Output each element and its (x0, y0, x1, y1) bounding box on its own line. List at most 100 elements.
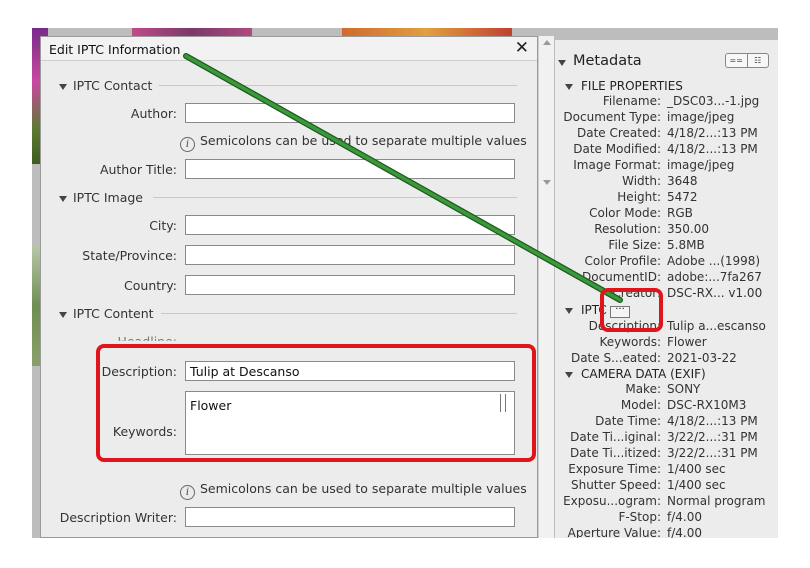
thumbnail-photo (132, 28, 252, 36)
metadata-row: F-Stop: f/4.00 (555, 510, 778, 526)
disclosure-triangle-icon (59, 195, 67, 202)
dialog-titlebar[interactable]: Edit IPTC Information ✕ (41, 37, 537, 61)
section-label: FILE PROPERTIES (581, 79, 683, 93)
metadata-row: Filename: _DSC03...-1.jpg (555, 94, 778, 110)
metadata-row: Color Mode: RGB (555, 206, 778, 222)
disclosure-triangle-icon[interactable] (558, 60, 566, 66)
city-field[interactable] (185, 215, 515, 235)
metadata-key: Color Profile: (584, 254, 662, 268)
metadata-row: Resolution: 350.00 (555, 222, 778, 238)
section-iptc-content[interactable]: IPTC Content (59, 306, 154, 321)
metadata-row: Aperture Value: f/4.00 (555, 526, 778, 538)
author-label: Author: (130, 106, 177, 121)
metadata-row: Exposure Time: 1/400 sec (555, 462, 778, 478)
country-field[interactable] (185, 275, 515, 295)
metadata-panel: Metadata == ☷ FILE PROPERTIES Filename: _… (555, 40, 778, 538)
metadata-row: Image Format: image/jpeg (555, 158, 778, 174)
text-cursor-icon (500, 394, 506, 412)
metadata-value: 5.8MB (667, 238, 705, 252)
list-view-icon[interactable]: == (726, 54, 747, 67)
scroll-down-icon[interactable] (543, 180, 551, 185)
metadata-value: adobe:...7fa267 (667, 270, 762, 284)
author-field[interactable] (185, 103, 515, 123)
metadata-key: Shutter Speed: (570, 478, 661, 492)
metadata-row: File Size: 5.8MB (555, 238, 778, 254)
section-iptc-contact[interactable]: IPTC Contact (59, 78, 152, 93)
metadata-value: 1/400 sec (667, 462, 726, 476)
disclosure-triangle-icon (565, 307, 573, 314)
metadata-value: 1/400 sec (667, 478, 726, 492)
metadata-row: Date Ti...iginal: 3/22/2...:31 PM (555, 430, 778, 446)
metadata-row: Date Ti...itized: 3/22/2...:31 PM (555, 446, 778, 462)
metadata-value: 2021-03-22 (667, 351, 737, 365)
hint-text: i Semicolons can be used to separate mult… (180, 481, 527, 500)
description-writer-field[interactable] (185, 507, 515, 527)
metadata-key: Exposure Time: (568, 462, 661, 476)
description-field[interactable] (185, 361, 515, 381)
disclosure-triangle-icon (59, 83, 67, 90)
divider (161, 313, 517, 314)
metadata-key: Date Created: (576, 126, 661, 140)
metadata-value: 4/18/2...:13 PM (667, 126, 758, 140)
metadata-value: Normal program (667, 494, 766, 508)
metadata-key: Date Ti...itized: (570, 446, 661, 460)
metadata-key: Resolution: (594, 222, 661, 236)
metadata-value: SONY (667, 382, 701, 396)
metadata-row: Creator: DSC-RX... v1.00 (555, 286, 778, 302)
city-label: City: (149, 218, 177, 233)
info-icon: i (180, 485, 195, 500)
divider (153, 197, 517, 198)
section-label: IPTC Image (73, 190, 143, 205)
section-iptc[interactable]: IPTC (565, 303, 607, 317)
metadata-key: Width: (622, 174, 661, 188)
metadata-key: Color Mode: (589, 206, 661, 220)
panel-title: Metadata (573, 53, 642, 69)
metadata-value: 4/18/2...:13 PM (667, 414, 758, 428)
section-iptc-image[interactable]: IPTC Image (59, 190, 143, 205)
metadata-key: Description: (588, 319, 661, 333)
scrollbar[interactable] (538, 36, 554, 538)
metadata-value: RGB (667, 206, 693, 220)
info-icon: i (180, 137, 195, 152)
grid-view-icon[interactable]: ☷ (746, 54, 769, 67)
metadata-row: Make: SONY (555, 382, 778, 398)
thumbnail-photo (342, 28, 512, 36)
metadata-row: Date S...eated: 2021-03-22 (555, 351, 778, 367)
metadata-value: Adobe ...(1998) (667, 254, 761, 268)
state-province-label: State/Province: (82, 248, 177, 263)
metadata-key: Filename: (602, 94, 661, 108)
section-file-properties[interactable]: FILE PROPERTIES (565, 79, 683, 93)
metadata-value: f/4.00 (667, 510, 702, 524)
author-title-field[interactable] (185, 159, 515, 179)
section-label: IPTC Content (73, 306, 154, 321)
section-camera-data[interactable]: CAMERA DATA (EXIF) (565, 367, 706, 381)
metadata-key: Image Format: (573, 158, 661, 172)
metadata-row: Date Created: 4/18/2...:13 PM (555, 126, 778, 142)
divider (159, 85, 517, 86)
metadata-row: Exposu...ogram: Normal program (555, 494, 778, 510)
metadata-key: F-Stop: (618, 510, 661, 524)
close-icon[interactable]: ✕ (515, 39, 529, 57)
metadata-value: 3648 (667, 174, 698, 188)
metadata-key: Document Type: (563, 110, 661, 124)
view-toggle[interactable]: == ☷ (725, 53, 769, 68)
hint-text: i Semicolons can be used to separate mult… (180, 133, 527, 152)
headline-label: Headline: (117, 334, 177, 349)
metadata-key: Date Time: (595, 414, 661, 428)
keywords-field[interactable]: Flower (185, 391, 515, 455)
metadata-value: image/jpeg (667, 110, 735, 124)
metadata-key: Creator: (612, 286, 661, 300)
disclosure-triangle-icon (565, 83, 573, 90)
scroll-up-icon[interactable] (543, 40, 551, 45)
description-label: Description: (101, 364, 177, 379)
metadata-key: Date Ti...iginal: (570, 430, 661, 444)
metadata-key: Exposu...ogram: (563, 494, 661, 508)
metadata-row: Shutter Speed: 1/400 sec (555, 478, 778, 494)
metadata-key: Aperture Value: (567, 526, 661, 538)
metadata-value: image/jpeg (667, 158, 735, 172)
edit-iptc-button[interactable]: ··· (610, 305, 630, 318)
metadata-value: 350.00 (667, 222, 709, 236)
state-province-field[interactable] (185, 245, 515, 265)
keywords-label: Keywords: (112, 424, 177, 439)
metadata-value: f/4.00 (667, 526, 702, 538)
